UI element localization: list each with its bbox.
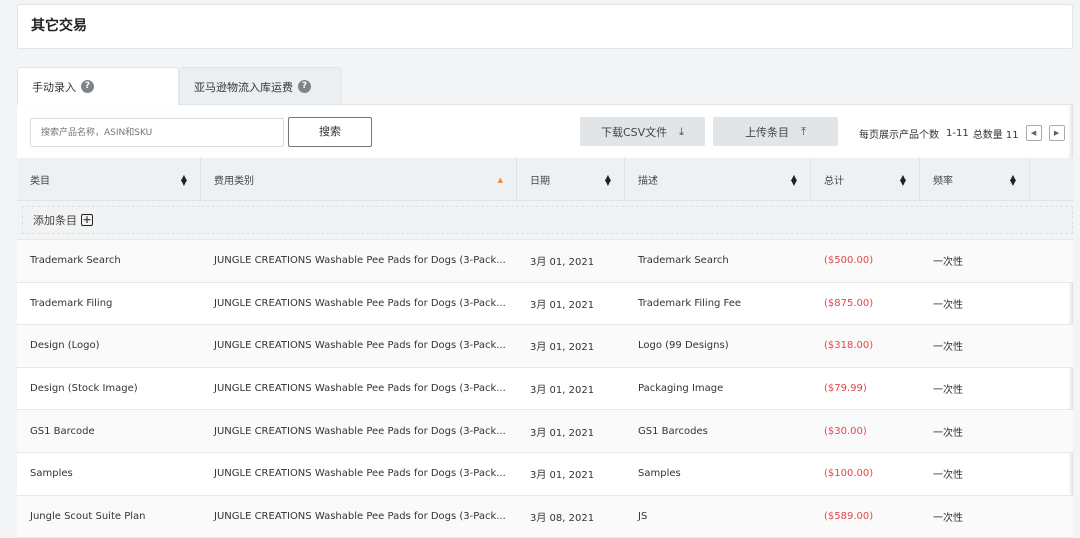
column-header-total[interactable]: 总计 ▲ ▼ (811, 158, 920, 201)
table-body: Trademark Search JUNGLE CREATIONS Washabl… (17, 240, 1073, 538)
cell-desc: Logo (99 Designs) (638, 340, 729, 352)
cell-total: ($875.00) (824, 297, 874, 309)
add-entry-button[interactable]: 添加条目 + (22, 206, 1073, 234)
add-entry-row: 添加条目 + (17, 201, 1073, 240)
table-row[interactable]: Trademark Filing JUNGLE CREATIONS Washabl… (17, 283, 1073, 326)
table-row[interactable]: Jungle Scout Suite Plan JUNGLE CREATIONS … (17, 495, 1073, 538)
cell-fee: JUNGLE CREATIONS Washable Pee Pads for D… (214, 340, 506, 352)
per-page-label: 每页展示产品个数 (859, 129, 939, 141)
cell-total: ($318.00) (824, 340, 874, 352)
cell-date: 3月 01, 2021 (530, 299, 595, 311)
cell-fee: JUNGLE CREATIONS Washable Pee Pads for D… (214, 383, 506, 395)
table-row[interactable]: GS1 Barcode JUNGLE CREATIONS Washable Pee… (17, 410, 1073, 453)
cell-date: 3月 08, 2021 (530, 512, 595, 524)
cell-total: ($500.00) (824, 255, 874, 267)
tab-manual-entry[interactable]: 手动录入? (17, 67, 179, 105)
help-icon[interactable]: ? (298, 80, 311, 93)
tab-label: 亚马逊物流入库运费 (194, 80, 293, 94)
cell-freq: 一次性 (933, 512, 963, 524)
cell-freq: 一次性 (933, 427, 963, 439)
page-title: 其它交易 (31, 18, 87, 34)
cell-category: Jungle Scout Suite Plan (30, 510, 146, 522)
cell-category: Trademark Search (30, 255, 121, 267)
cell-date: 3月 01, 2021 (530, 385, 595, 397)
cell-category: Design (Logo) (30, 340, 100, 352)
column-header-date[interactable]: 日期 ▲ ▼ (517, 158, 625, 201)
cell-category: Design (Stock Image) (30, 383, 138, 395)
column-label: 频率 (933, 176, 953, 187)
column-label: 日期 (530, 176, 550, 187)
cell-fee: JUNGLE CREATIONS Washable Pee Pads for D… (214, 255, 506, 267)
prev-page-button[interactable]: ◀ (1025, 125, 1042, 141)
cell-freq: 一次性 (933, 299, 963, 311)
cell-category: Samples (30, 468, 73, 480)
cell-total: ($589.00) (824, 510, 874, 522)
column-label: 描述 (638, 176, 658, 187)
cell-total: ($30.00) (824, 425, 867, 437)
column-label: 总计 (824, 176, 844, 187)
upload-label: 上传条目 (745, 125, 790, 139)
cell-freq: 一次性 (933, 257, 963, 269)
cell-date: 3月 01, 2021 (530, 342, 595, 354)
cell-freq: 一次性 (933, 385, 963, 397)
cell-fee: JUNGLE CREATIONS Washable Pee Pads for D… (214, 425, 506, 437)
table-row[interactable]: Design (Stock Image) JUNGLE CREATIONS Was… (17, 368, 1073, 411)
content-panel: 搜索 下载CSV文件 ⤓ 上传条目 ⤒ 每页展示产品个数 1-11 总数量 11 ◀… (17, 104, 1073, 538)
cell-desc: GS1 Barcodes (638, 425, 708, 437)
sort-icon: ▲ ▼ (790, 172, 797, 187)
cell-freq: 一次性 (933, 470, 963, 482)
cell-freq: 一次性 (933, 342, 963, 354)
pagination: 每页展示产品个数 1-11 总数量 11 ◀ ▶ (859, 125, 1065, 141)
sort-icon: ▲ ▼ (1009, 172, 1016, 187)
page-header: 其它交易 (17, 4, 1073, 49)
column-label: 费用类别 (214, 176, 254, 187)
table-row[interactable]: Samples JUNGLE CREATIONS Washable Pee Pad… (17, 453, 1073, 496)
table-header: 类目 ▲ ▼ 费用类别 ▲ 日期 ▲ ▼ 描述 ▲ ▼ 总计 ▲ ▼ 频率 ▲ ▼ (17, 158, 1073, 201)
cell-desc: Samples (638, 468, 681, 480)
sort-icon: ▲ ▼ (899, 172, 906, 187)
sort-asc-icon: ▲ (497, 175, 503, 184)
cell-desc: Packaging Image (638, 383, 724, 395)
cell-desc: Trademark Search (638, 255, 729, 267)
column-label: 类目 (30, 176, 50, 187)
search-button[interactable]: 搜索 (288, 117, 372, 147)
download-csv-button[interactable]: 下载CSV文件 ⤓ (580, 117, 705, 146)
upload-icon: ⤒ (801, 124, 806, 138)
table-row[interactable]: Trademark Search JUNGLE CREATIONS Washabl… (17, 240, 1073, 283)
upload-entries-button[interactable]: 上传条目 ⤒ (713, 117, 838, 146)
cell-fee: JUNGLE CREATIONS Washable Pee Pads for D… (214, 297, 506, 309)
cell-desc: Trademark Filing Fee (638, 297, 742, 309)
page-range: 1-11 (946, 127, 969, 139)
cell-date: 3月 01, 2021 (530, 427, 595, 439)
cell-total: ($100.00) (824, 468, 874, 480)
plus-icon: + (81, 213, 93, 226)
tab-fba-inbound-shipping[interactable]: 亚马逊物流入库运费? (179, 67, 342, 105)
tab-label: 手动录入 (32, 80, 76, 94)
download-icon: ⤓ (679, 124, 685, 138)
cell-fee: JUNGLE CREATIONS Washable Pee Pads for D… (214, 468, 506, 480)
total-count: 总数量 11 (972, 129, 1019, 141)
search-input[interactable] (30, 118, 284, 147)
next-page-button[interactable]: ▶ (1048, 125, 1065, 141)
cell-fee: JUNGLE CREATIONS Washable Pee Pads for D… (214, 510, 506, 522)
cell-category: GS1 Barcode (30, 425, 95, 437)
column-header-description[interactable]: 描述 ▲ ▼ (625, 158, 811, 201)
column-header-fee-type[interactable]: 费用类别 ▲ (201, 158, 517, 201)
download-label: 下载CSV文件 (600, 125, 668, 139)
cell-total: ($79.99) (824, 383, 867, 395)
column-header-frequency[interactable]: 频率 ▲ ▼ (920, 158, 1030, 201)
column-header-category[interactable]: 类目 ▲ ▼ (17, 158, 201, 201)
sort-icon: ▲ ▼ (180, 172, 187, 187)
cell-date: 3月 01, 2021 (530, 470, 595, 482)
cell-date: 3月 01, 2021 (530, 257, 595, 269)
cell-category: Trademark Filing (30, 297, 113, 309)
cell-desc: JS (638, 510, 648, 522)
add-entry-label: 添加条目 (33, 214, 77, 227)
table-row[interactable]: Design (Logo) JUNGLE CREATIONS Washable P… (17, 325, 1073, 368)
help-icon[interactable]: ? (81, 80, 94, 93)
sort-icon: ▲ ▼ (604, 172, 611, 187)
